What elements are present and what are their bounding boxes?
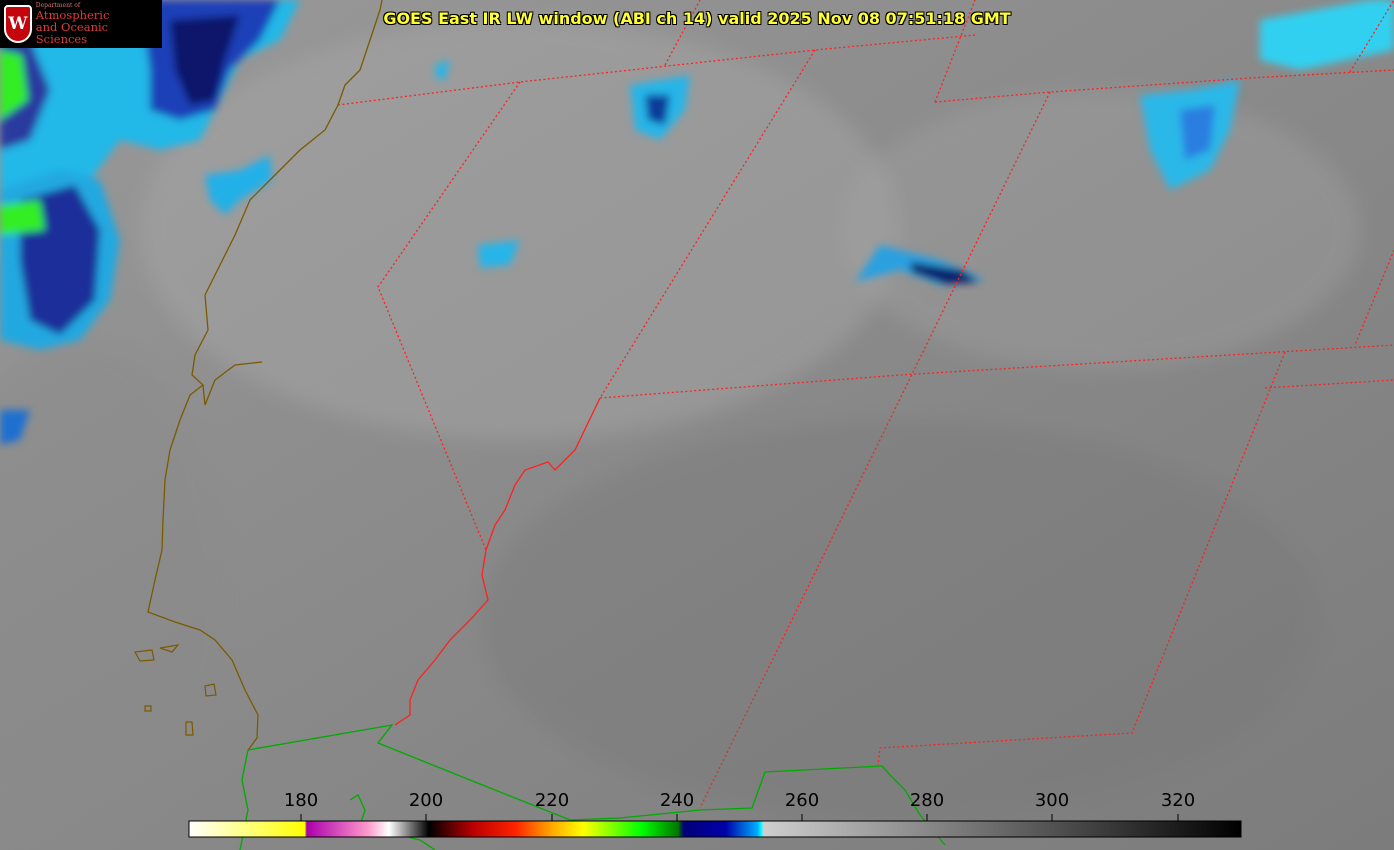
colorbar-tick-label: 200 [408,790,444,811]
colorbar-tick-label: 180 [283,790,319,811]
logo-line2: and Oceanic Sciences [35,20,109,47]
colorbar-tick-label: 260 [784,790,820,811]
warm-region [480,420,1320,820]
department-logo: W Department of Atmospheric and Oceanic … [0,0,162,48]
logo-text: Department of Atmospheric and Oceanic Sc… [35,2,162,47]
cold-haze [840,90,1360,370]
colorbar-tick-label: 220 [534,790,570,811]
colorbar-tick-label: 320 [1160,790,1196,811]
colorbar-tick-label: 240 [659,790,695,811]
satellite-map [0,0,1394,850]
uw-crest-icon: W [4,5,32,43]
colorbar-tick-label: 280 [909,790,945,811]
colorbar-tick-label: 300 [1034,790,1070,811]
image-title: GOES East IR LW window (ABI ch 14) valid… [383,9,1011,28]
colorbar [188,820,1242,838]
